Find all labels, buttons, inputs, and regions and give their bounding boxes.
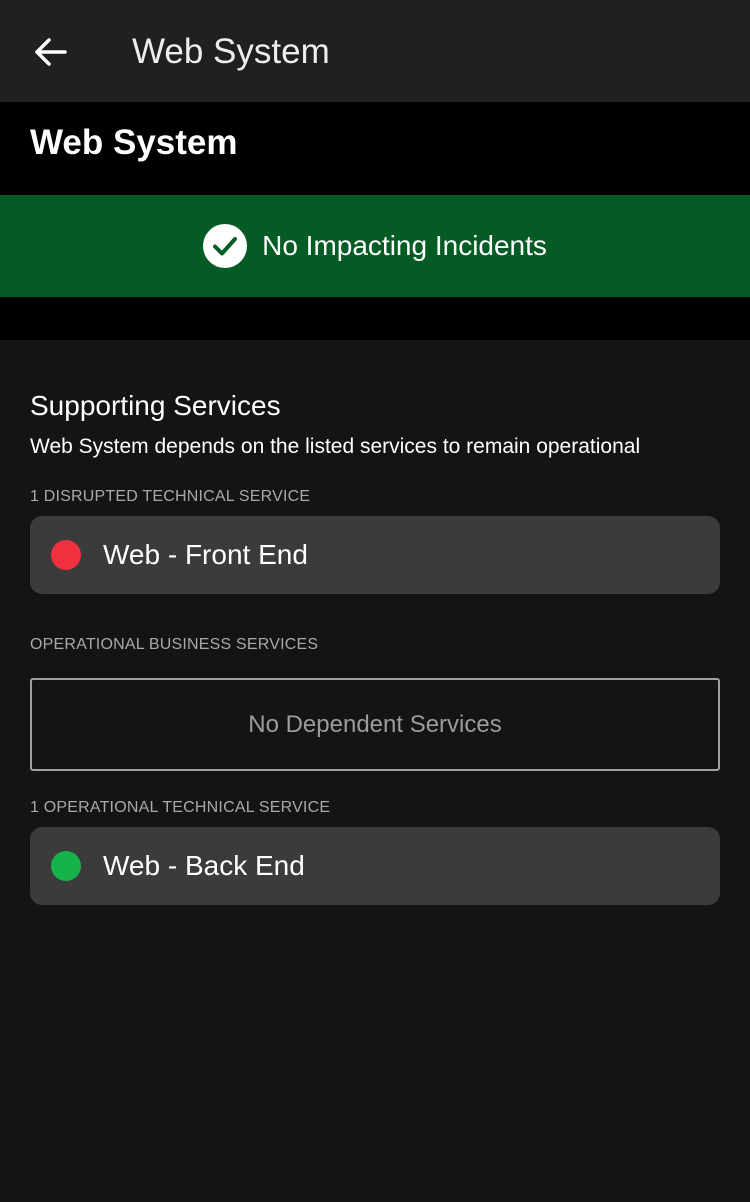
group-label-operational-business: OPERATIONAL BUSINESS SERVICES bbox=[30, 636, 319, 653]
status-dot-disrupted bbox=[51, 540, 81, 570]
service-name: Web - Front End bbox=[103, 539, 308, 570]
group-label-operational-technical: 1 OPERATIONAL TECHNICAL SERVICE bbox=[30, 799, 331, 816]
section-title: Supporting Services bbox=[30, 390, 281, 421]
status-banner: No Impacting Incidents bbox=[0, 195, 750, 297]
status-dot-operational bbox=[51, 851, 81, 881]
service-card-front-end[interactable]: Web - Front End bbox=[30, 516, 720, 594]
service-card-back-end[interactable]: Web - Back End bbox=[30, 827, 720, 905]
app-bar: Web System bbox=[0, 0, 750, 102]
group-label-disrupted-technical: 1 DISRUPTED TECHNICAL SERVICE bbox=[30, 488, 311, 505]
status-banner-content: No Impacting Incidents bbox=[203, 224, 547, 268]
empty-state-text: No Dependent Services bbox=[248, 710, 502, 738]
status-text: No Impacting Incidents bbox=[262, 230, 547, 261]
service-name: Web - Back End bbox=[103, 850, 305, 881]
section-subtitle: Web System depends on the listed service… bbox=[30, 435, 641, 458]
page-title: Web System bbox=[30, 123, 238, 162]
back-button[interactable] bbox=[20, 24, 82, 80]
check-circle-icon bbox=[203, 224, 248, 268]
app-bar-title: Web System bbox=[132, 32, 330, 71]
arrow-left-icon bbox=[34, 37, 68, 67]
empty-state-box: No Dependent Services bbox=[30, 678, 720, 771]
